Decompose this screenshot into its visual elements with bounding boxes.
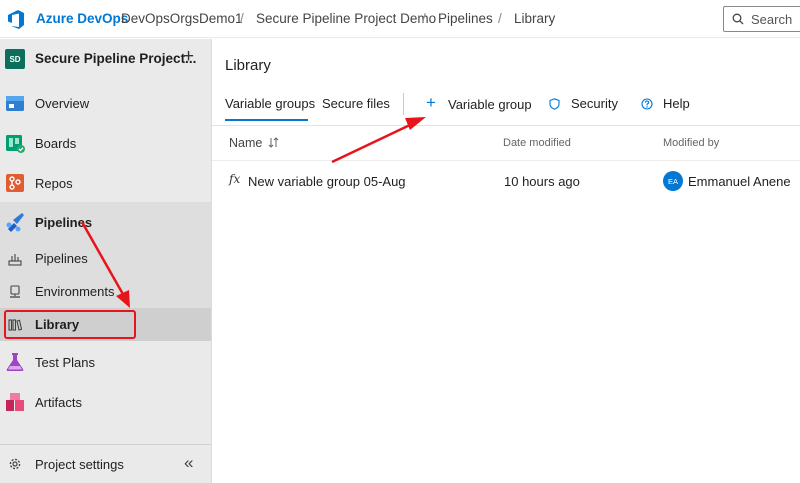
security-button[interactable]: Security xyxy=(549,96,618,111)
plus-icon: + xyxy=(426,93,436,112)
sidebar-subitem-label: Environments xyxy=(35,284,115,299)
help-button[interactable]: Help xyxy=(641,96,690,111)
tab-secure-files[interactable]: Secure files xyxy=(322,96,390,111)
breadcrumb-separator: / xyxy=(498,11,502,26)
sidebar-item-label: Repos xyxy=(35,175,73,191)
page-title: Library xyxy=(225,57,271,74)
sidebar-subitem-environments[interactable]: Environments xyxy=(0,275,211,308)
column-header-name[interactable]: Name xyxy=(229,136,279,150)
test-plans-icon xyxy=(6,353,24,371)
project-settings-link[interactable]: Project settings « xyxy=(0,445,211,483)
toolbar-divider xyxy=(403,93,404,115)
project-avatar: SD xyxy=(5,49,25,69)
environments-icon xyxy=(10,285,20,298)
repos-icon xyxy=(6,174,24,192)
project-name[interactable]: Secure Pipeline Project... xyxy=(35,51,196,66)
avatar: EA xyxy=(663,171,683,191)
add-variable-group-label: Variable group xyxy=(448,97,532,112)
breadcrumb-pipelines[interactable]: Pipelines xyxy=(438,11,493,26)
sidebar-item-artifacts[interactable]: Artifacts xyxy=(0,382,211,422)
breadcrumb-separator: / xyxy=(240,11,244,26)
column-name-label: Name xyxy=(229,136,263,150)
brand-name[interactable]: Azure DevOps xyxy=(36,11,128,26)
pipelines-icon xyxy=(6,213,24,232)
breadcrumb-project[interactable]: Secure Pipeline Project Demo xyxy=(256,11,436,26)
top-bar: Azure DevOps DevOpsOrgsDemo1 / Secure Pi… xyxy=(0,0,800,38)
header-row-separator xyxy=(212,160,800,161)
pipelines-sub-icon xyxy=(8,254,22,266)
boards-icon xyxy=(6,135,25,153)
variable-group-name[interactable]: New variable group 05-Aug xyxy=(248,174,406,189)
library-highlight-box xyxy=(4,310,136,339)
project-header[interactable]: SD Secure Pipeline Project... + xyxy=(0,39,211,79)
shield-icon xyxy=(549,97,560,110)
breadcrumb-library[interactable]: Library xyxy=(514,11,555,26)
tab-variable-groups[interactable]: Variable groups xyxy=(225,96,315,111)
toolbar-separator xyxy=(212,125,800,126)
overview-icon xyxy=(6,96,24,111)
help-icon xyxy=(641,97,653,110)
search-input[interactable]: Search xyxy=(723,6,800,32)
add-variable-group-button[interactable]: + Variable group xyxy=(423,93,532,113)
azure-devops-logo-icon[interactable] xyxy=(7,9,25,29)
sidebar: SD Secure Pipeline Project... + Overview… xyxy=(0,39,212,483)
sidebar-subitem-pipelines[interactable]: Pipelines xyxy=(0,242,211,275)
variable-group-icon: fx xyxy=(229,172,241,186)
sidebar-item-label: Boards xyxy=(35,135,77,151)
sidebar-item-repos[interactable]: Repos xyxy=(0,163,211,203)
search-icon xyxy=(732,13,744,25)
search-placeholder: Search xyxy=(751,11,793,27)
sidebar-item-label: Overview xyxy=(35,95,90,111)
add-new-button[interactable]: + xyxy=(183,46,194,68)
sidebar-item-boards[interactable]: Boards xyxy=(0,123,211,163)
arrow-to-variable-group xyxy=(331,117,426,164)
security-label: Security xyxy=(571,96,618,111)
sidebar-item-overview[interactable]: Overview xyxy=(0,83,211,123)
column-header-date-modified[interactable]: Date modified xyxy=(503,137,571,149)
active-tab-indicator xyxy=(225,119,308,121)
sort-icon[interactable] xyxy=(268,137,279,148)
modified-by-cell: Emmanuel Anene xyxy=(688,174,791,189)
sidebar-item-label: Pipelines xyxy=(35,214,93,230)
column-header-modified-by[interactable]: Modified by xyxy=(663,137,719,149)
sidebar-item-label: Artifacts xyxy=(35,394,82,410)
breadcrumb-separator: / xyxy=(422,11,426,26)
help-label: Help xyxy=(663,96,690,111)
date-modified-cell: 10 hours ago xyxy=(504,174,580,189)
project-settings-label: Project settings xyxy=(35,457,124,472)
sidebar-subitem-label: Pipelines xyxy=(35,251,88,266)
collapse-sidebar-button[interactable]: « xyxy=(184,453,193,473)
gear-icon xyxy=(9,458,21,470)
breadcrumb-org[interactable]: DevOpsOrgsDemo1 xyxy=(121,11,243,26)
artifacts-icon xyxy=(6,393,24,411)
sidebar-item-label: Test Plans xyxy=(35,354,95,370)
sidebar-item-test-plans[interactable]: Test Plans xyxy=(0,342,211,382)
sidebar-item-pipelines[interactable]: Pipelines xyxy=(0,202,211,242)
